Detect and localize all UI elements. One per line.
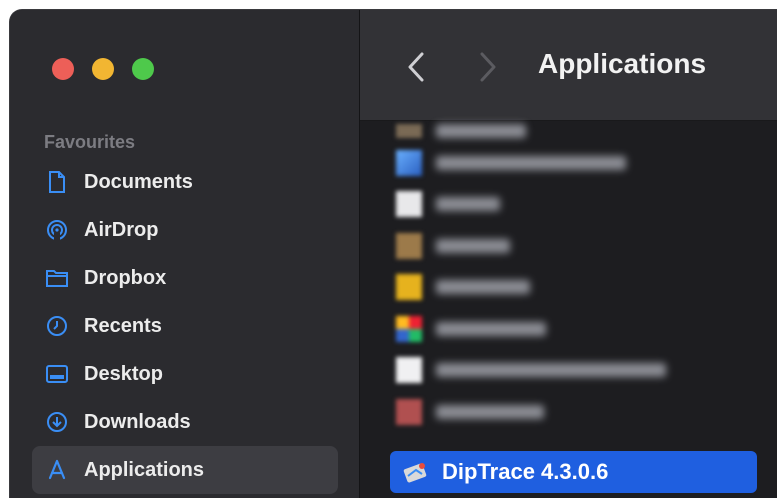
sidebar-section-title: Favourites bbox=[44, 132, 136, 152]
finder-window: Favourites Documents AirDrop Dropbox Rec… bbox=[10, 10, 777, 498]
sidebar-item-label: Applications bbox=[84, 458, 205, 481]
sidebar-item-documents[interactable]: Documents bbox=[32, 158, 338, 206]
sidebar-nav: Documents AirDrop Dropbox Recents Deskto… bbox=[32, 158, 338, 494]
file-name-redacted bbox=[436, 124, 526, 138]
list-item[interactable] bbox=[396, 142, 777, 184]
minimize-button[interactable] bbox=[92, 58, 114, 80]
app-icon bbox=[396, 232, 422, 259]
back-button[interactable] bbox=[404, 50, 430, 84]
file-name-redacted bbox=[436, 197, 500, 212]
list-item[interactable] bbox=[396, 350, 777, 392]
app-icon bbox=[396, 398, 422, 425]
desktop-icon bbox=[46, 363, 68, 385]
app-icon bbox=[396, 315, 422, 342]
sidebar-item-label: Documents bbox=[84, 170, 193, 193]
sidebar-item-label: Downloads bbox=[84, 410, 191, 433]
folder-icon bbox=[46, 267, 68, 289]
sidebar-item-applications[interactable]: Applications bbox=[32, 446, 338, 494]
window-title: Applications bbox=[538, 48, 707, 79]
list-item[interactable] bbox=[396, 225, 777, 267]
file-name-redacted bbox=[436, 280, 530, 295]
list-item[interactable] bbox=[396, 120, 777, 142]
close-button[interactable] bbox=[52, 58, 74, 80]
file-name-redacted bbox=[436, 363, 666, 378]
app-icon bbox=[396, 149, 422, 176]
airdrop-icon bbox=[46, 219, 68, 241]
clock-icon bbox=[46, 315, 68, 337]
app-icon bbox=[396, 357, 422, 384]
document-icon bbox=[46, 171, 68, 193]
file-name-redacted bbox=[436, 404, 544, 419]
file-name: DipTrace 4.3.0.6 bbox=[442, 459, 609, 484]
list-item[interactable] bbox=[396, 184, 777, 226]
sidebar-item-downloads[interactable]: Downloads bbox=[32, 398, 338, 446]
sidebar-item-label: Desktop bbox=[84, 362, 163, 385]
file-list bbox=[396, 120, 777, 433]
sidebar-item-desktop[interactable]: Desktop bbox=[32, 350, 338, 398]
list-item[interactable] bbox=[396, 391, 777, 433]
file-name-redacted bbox=[436, 238, 510, 253]
window-controls bbox=[52, 58, 154, 80]
zoom-button[interactable] bbox=[132, 58, 154, 80]
file-name-redacted bbox=[436, 155, 626, 170]
app-icon bbox=[396, 124, 422, 138]
app-icon bbox=[396, 274, 422, 301]
download-icon bbox=[46, 411, 68, 433]
file-name-redacted bbox=[436, 321, 546, 336]
sidebar-item-label: Dropbox bbox=[84, 266, 167, 289]
sidebar-item-recents[interactable]: Recents bbox=[32, 302, 338, 350]
diptrace-app-icon bbox=[402, 458, 430, 486]
list-item[interactable] bbox=[396, 267, 777, 309]
toolbar: Applications bbox=[360, 10, 777, 121]
sidebar-item-dropbox[interactable]: Dropbox bbox=[32, 254, 338, 302]
main-pane: Applications DipTrace 4.3.0.6 bbox=[360, 10, 777, 498]
app-icon bbox=[396, 191, 422, 218]
applications-icon bbox=[46, 459, 68, 481]
sidebar-item-airdrop[interactable]: AirDrop bbox=[32, 206, 338, 254]
forward-button[interactable] bbox=[474, 50, 500, 84]
chevron-right-icon bbox=[480, 52, 496, 82]
list-item[interactable] bbox=[396, 308, 777, 350]
sidebar: Favourites Documents AirDrop Dropbox Rec… bbox=[10, 10, 360, 498]
sidebar-item-label: AirDrop bbox=[84, 218, 159, 241]
list-item-selected[interactable]: DipTrace 4.3.0.6 bbox=[390, 451, 757, 493]
sidebar-item-label: Recents bbox=[84, 314, 162, 337]
chevron-left-icon bbox=[408, 52, 424, 82]
